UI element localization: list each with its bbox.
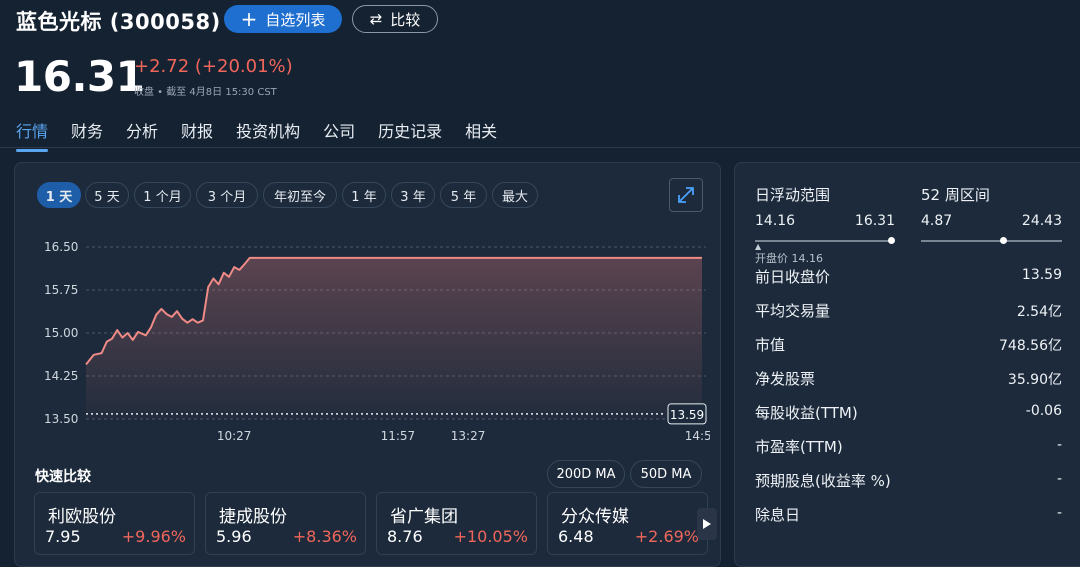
quick-compare-title: 快速比较 <box>35 469 91 485</box>
stat-value-dividend: - <box>1056 471 1062 487</box>
tab-financials[interactable]: 财务 <box>71 118 103 142</box>
card-name: 利欧股份 <box>48 507 116 527</box>
stat-label-dividend: 预期股息(收益率 %) <box>755 472 891 490</box>
x-tick-label: 10:27 <box>217 429 252 443</box>
stat-value-ex-dividend: - <box>1056 505 1062 521</box>
x-tick-label: 13:27 <box>451 429 486 443</box>
ma50-button[interactable]: 50D MA <box>630 460 702 488</box>
compare-label: 比较 <box>390 10 421 29</box>
x-tick-label: 11:57 <box>381 429 416 443</box>
add-to-watchlist-button[interactable]: + 自选列表 <box>224 5 342 33</box>
week52-track <box>921 240 1062 242</box>
stat-label-prev-close: 前日收盘价 <box>755 268 831 286</box>
range-3y[interactable]: 3 年 <box>391 182 435 208</box>
range-5y[interactable]: 5 年 <box>440 182 487 208</box>
compare-card[interactable]: 省广集团 8.76 +10.05% <box>376 492 537 555</box>
card-name: 捷成股份 <box>219 507 287 527</box>
stat-value-prev-close: 13.59 <box>1021 267 1062 283</box>
previous-close-label: 13.59 <box>670 408 704 422</box>
tab-company[interactable]: 公司 <box>323 118 355 142</box>
stock-title: 蓝色光标 (300058) <box>16 10 221 34</box>
card-change: +10.05% <box>453 527 528 546</box>
stat-label-shares: 净发股票 <box>755 370 816 388</box>
card-change: +9.96% <box>121 527 186 546</box>
range-max[interactable]: 最大 <box>492 182 538 208</box>
stat-value-pe: - <box>1056 437 1062 453</box>
fullscreen-button[interactable] <box>669 178 703 212</box>
range-3m[interactable]: 3 个月 <box>196 182 258 208</box>
card-name: 省广集团 <box>390 507 458 527</box>
price-area <box>86 257 702 419</box>
tab-related[interactable]: 相关 <box>465 118 497 142</box>
card-name: 分众传媒 <box>561 507 629 527</box>
compare-card[interactable]: 利欧股份 7.95 +9.96% <box>34 492 195 555</box>
tabs-divider <box>0 147 1080 148</box>
swap-icon: ⇄ <box>369 10 383 28</box>
card-change: +2.69% <box>634 527 699 546</box>
range-1m[interactable]: 1 个月 <box>134 182 191 208</box>
stat-value-avg-volume: 2.54亿 <box>1016 304 1062 320</box>
play-right-icon <box>703 519 711 529</box>
next-cards-button[interactable] <box>697 508 717 540</box>
day-range-marker <box>888 237 895 244</box>
price-change: +2.72 (+20.01%) <box>134 56 293 77</box>
stat-value-eps: -0.06 <box>1025 403 1062 419</box>
tab-quote[interactable]: 行情 <box>16 118 49 152</box>
card-price: 7.95 <box>45 527 81 546</box>
compare-button[interactable]: ⇄ 比较 <box>352 5 438 33</box>
x-tick-label: 14:57 <box>685 429 710 443</box>
y-tick-label: 15.75 <box>44 283 78 297</box>
stat-label-avg-volume: 平均交易量 <box>755 302 831 320</box>
stat-label-ex-dividend: 除息日 <box>755 506 801 524</box>
card-price: 6.48 <box>558 527 594 546</box>
section-tabs: 行情 财务 分析 财报 投资机构 公司 历史记录 相关 <box>16 118 520 152</box>
card-price: 8.76 <box>387 527 423 546</box>
range-1y[interactable]: 1 年 <box>342 182 386 208</box>
expand-icon <box>678 187 694 203</box>
y-tick-label: 13.50 <box>44 412 78 426</box>
stat-label-eps: 每股收益(TTM) <box>755 404 858 422</box>
compare-card[interactable]: 捷成股份 5.96 +8.36% <box>205 492 366 555</box>
y-tick-label: 15.00 <box>44 326 78 340</box>
stat-value-shares: 35.90亿 <box>1007 372 1062 388</box>
plus-icon: + <box>240 7 258 31</box>
ma200-button[interactable]: 200D MA <box>547 460 625 488</box>
y-tick-label: 14.25 <box>44 369 78 383</box>
card-change: +8.36% <box>292 527 357 546</box>
tab-history[interactable]: 历史记录 <box>378 118 442 142</box>
market-close-note: 收盘 • 截至 4月8日 15:30 CST <box>134 87 277 98</box>
y-tick-label: 16.50 <box>44 240 78 254</box>
open-price-note: 开盘价 14.16 <box>755 252 823 265</box>
current-price: 16.31 <box>14 52 145 101</box>
card-price: 5.96 <box>216 527 252 546</box>
week52-low: 4.87 <box>921 213 953 229</box>
watchlist-label: 自选列表 <box>265 10 326 29</box>
stat-value-market-cap: 748.56亿 <box>999 338 1062 354</box>
tab-analysis[interactable]: 分析 <box>126 118 158 142</box>
day-range-label: 日浮动范围 <box>755 186 831 204</box>
week52-range-label: 52 周区间 <box>921 186 990 204</box>
day-range-high: 16.31 <box>854 213 895 229</box>
stat-label-pe: 市盈率(TTM) <box>755 438 843 456</box>
week52-high: 24.43 <box>1021 213 1062 229</box>
range-ytd[interactable]: 年初至今 <box>263 182 337 208</box>
day-range-track <box>755 240 892 242</box>
tab-institutions[interactable]: 投资机构 <box>236 118 300 142</box>
day-range-low: 14.16 <box>755 213 796 229</box>
tab-earnings[interactable]: 财报 <box>181 118 213 142</box>
range-5d[interactable]: 5 天 <box>85 182 129 208</box>
price-chart[interactable]: 16.50 15.75 15.00 14.25 13.50 10:27 11:57 13:27… <box>30 232 710 447</box>
range-1d[interactable]: 1 天 <box>37 182 81 208</box>
stat-label-market-cap: 市值 <box>755 336 786 354</box>
compare-card[interactable]: 分众传媒 6.48 +2.69% <box>547 492 708 555</box>
